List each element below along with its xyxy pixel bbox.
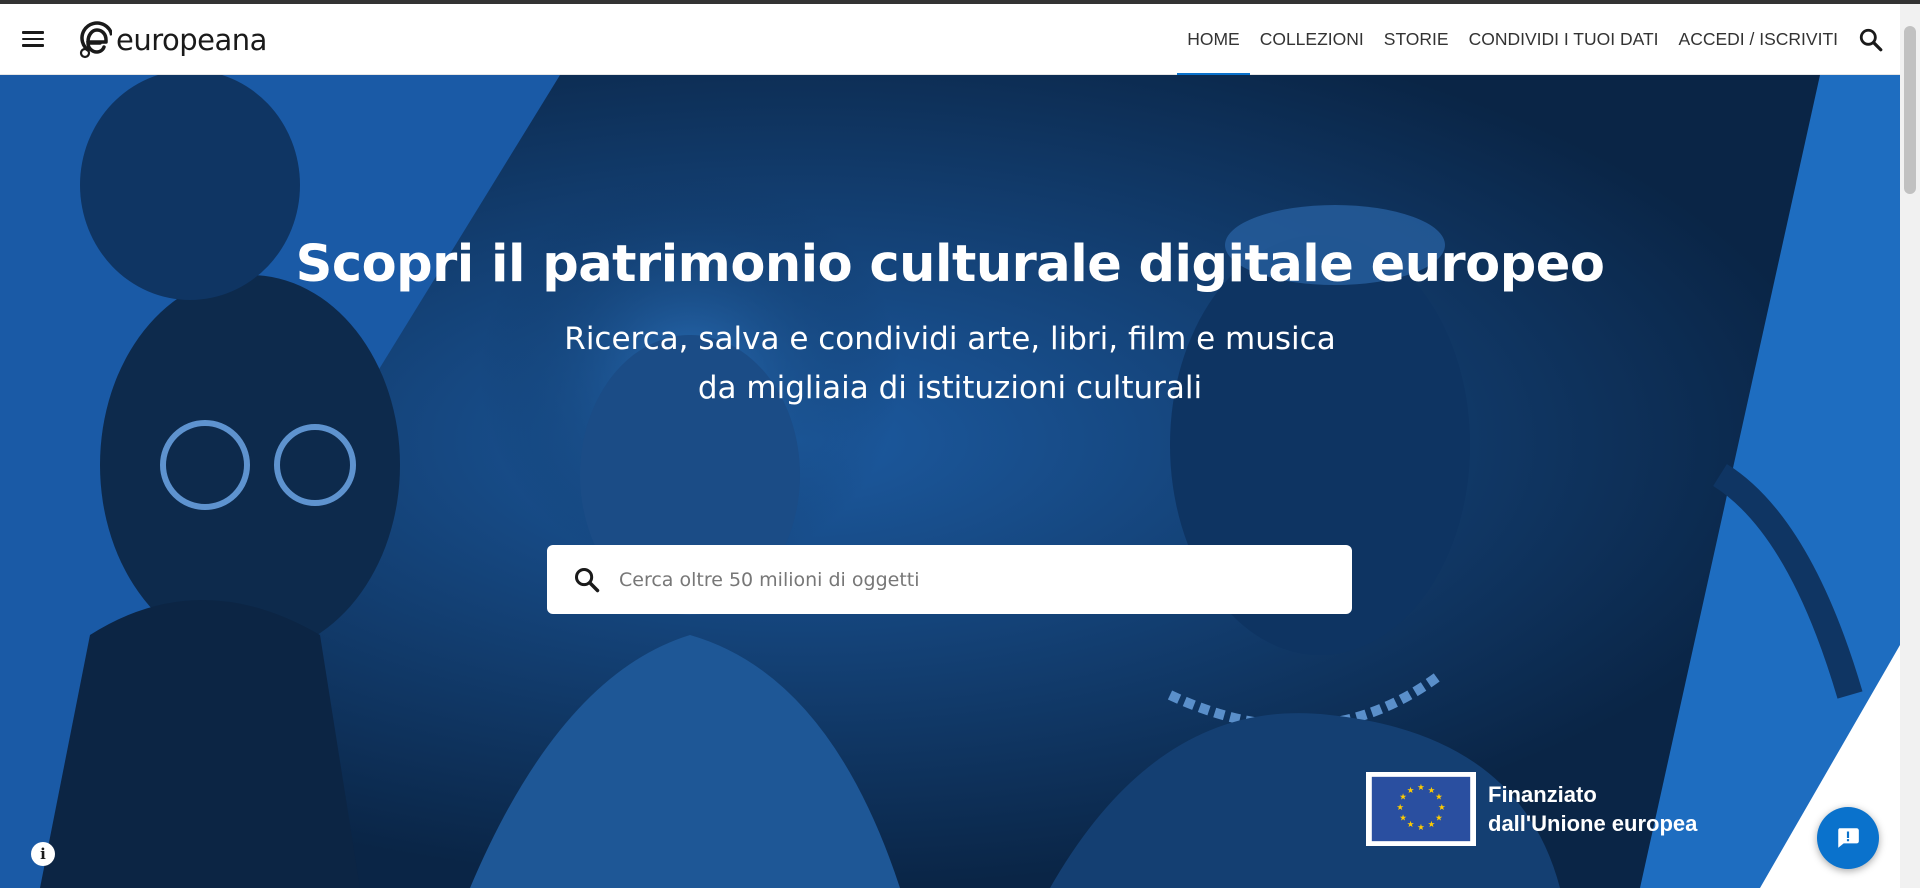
svg-text:★: ★	[1396, 803, 1404, 813]
nav-item-collezioni[interactable]: COLLEZIONI	[1250, 4, 1374, 75]
main-nav: HOME COLLEZIONI STORIE CONDIVIDI I TUOI …	[1177, 4, 1848, 76]
hero-background-image	[0, 75, 1900, 888]
eu-funding-badge: ★ ★ ★ ★ ★ ★ ★ ★ ★ ★ ★ ★ Finanziato dall'…	[1366, 772, 1697, 846]
logo-text: europeana	[116, 23, 267, 57]
svg-text:★: ★	[1407, 820, 1415, 830]
page-scrollbar[interactable]	[1900, 4, 1920, 888]
header-search-icon[interactable]	[1858, 27, 1884, 53]
site-header: europeana HOME COLLEZIONI STORIE CONDIVI…	[0, 4, 1900, 76]
nav-item-accedi-iscriviti[interactable]: ACCEDI / ISCRIVITI	[1669, 4, 1848, 75]
hamburger-menu-icon[interactable]	[21, 28, 45, 52]
nav-item-home[interactable]: HOME	[1177, 4, 1250, 76]
info-icon[interactable]: i	[31, 842, 55, 866]
eu-funding-text: Finanziato dall'Unione europea	[1488, 780, 1697, 838]
hero-search-box[interactable]	[547, 545, 1352, 614]
svg-text:★: ★	[1438, 803, 1446, 813]
eu-funding-line-2: dall'Unione europea	[1488, 811, 1698, 836]
nav-item-condividi-dati[interactable]: CONDIVIDI I TUOI DATI	[1459, 4, 1669, 75]
eu-flag-icon: ★ ★ ★ ★ ★ ★ ★ ★ ★ ★ ★ ★	[1366, 772, 1476, 846]
svg-text:★: ★	[1435, 813, 1443, 823]
hero-section: Scopri il patrimonio culturale digitale …	[0, 75, 1900, 888]
scrollbar-thumb[interactable]	[1904, 26, 1916, 194]
svg-text:★: ★	[1435, 793, 1443, 803]
svg-text:★: ★	[1417, 823, 1425, 833]
hero-subtitle: Ricerca, salva e condividi arte, libri, …	[564, 321, 1336, 406]
hero-search-input[interactable]	[617, 567, 1341, 592]
search-icon	[574, 567, 600, 592]
svg-text:★: ★	[1417, 783, 1425, 793]
svg-text:★: ★	[1407, 786, 1415, 796]
europeana-logo-icon	[79, 21, 112, 59]
europeana-logo[interactable]: europeana	[78, 20, 267, 60]
svg-text:★: ★	[1399, 813, 1407, 823]
chat-icon	[1838, 828, 1859, 848]
chat-button[interactable]	[1817, 807, 1879, 869]
svg-text:★: ★	[1428, 820, 1436, 830]
eu-funding-line-1: Finanziato	[1488, 782, 1597, 807]
nav-item-storie[interactable]: STORIE	[1374, 4, 1459, 75]
hero-title: Scopri il patrimonio culturale digitale …	[295, 235, 1605, 294]
